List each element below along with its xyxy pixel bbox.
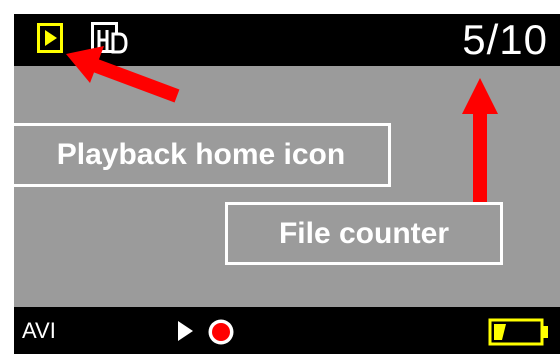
camera-screen: 5/10 Playback home icon File counter AVI [0,0,560,354]
bottom-bar [14,307,560,354]
playback-home-icon-label: Playback home icon [11,123,391,187]
record-icon[interactable] [207,318,235,346]
file-counter: 5/10 [462,16,548,63]
play-icon[interactable] [176,320,194,342]
battery-icon [488,318,548,346]
file-counter-label: File counter [225,202,503,265]
hd-icon [91,22,128,54]
playback-icon[interactable] [37,23,63,53]
playback-home-icon-label-text: Playback home icon [56,138,346,171]
video-format-label: AVI [22,318,56,343]
file-counter-label-text: File counter [278,216,450,250]
